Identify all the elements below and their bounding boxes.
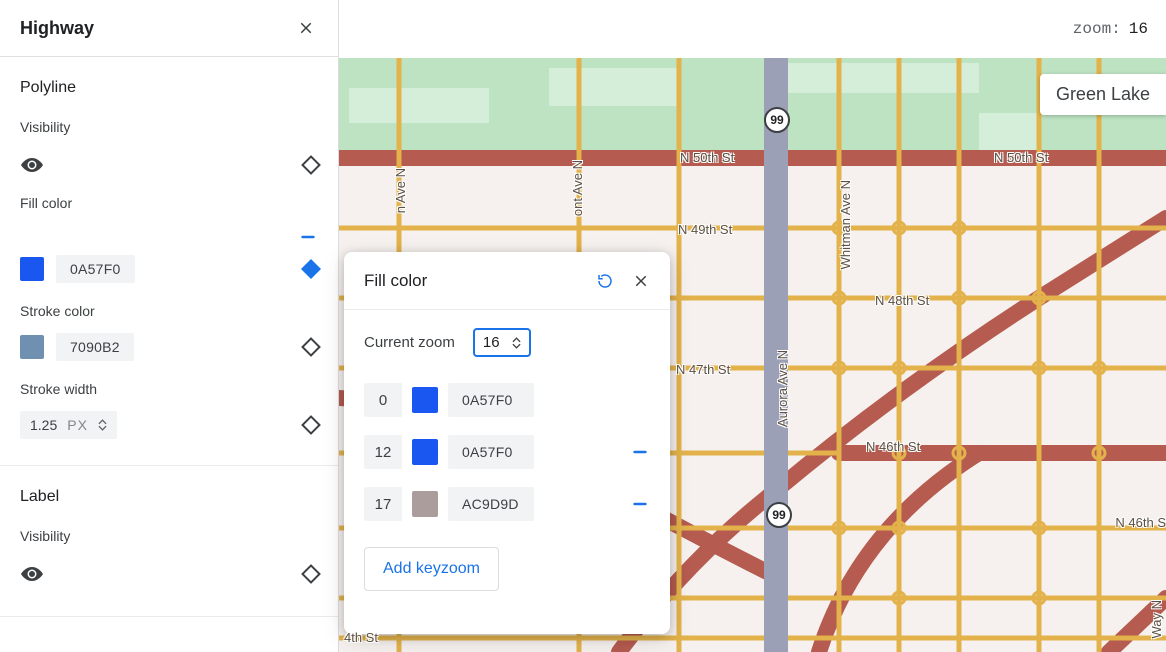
keyzoom-swatch[interactable] [412,491,438,517]
close-sidebar-button[interactable] [294,16,318,40]
label-visibility-keyzoom-marker[interactable] [301,564,321,584]
eye-icon [20,562,44,586]
keyzoom-level[interactable]: 12 [364,435,402,469]
label-heading: Label [20,466,318,520]
road-label: N 50th St [994,150,1048,165]
chevron-down-icon [98,425,107,431]
add-keyzoom-button[interactable]: Add keyzoom [364,547,499,591]
fill-color-value-row: 0A57F0 [20,249,318,289]
road-label: 4th St [344,630,378,645]
stroke-width-unit: PX [67,417,88,433]
visibility-keyzoom-marker[interactable] [301,155,321,175]
zoom-label: zoom: [1073,20,1121,38]
fill-color-popup: Fill color Current zoom 16 0 0A57F0 12 0A57… [344,252,670,634]
stroke-color-label: Stroke color [20,289,318,327]
road-label: N 49th St [678,222,732,237]
road-label: N 50th St [680,150,734,165]
keyzoom-hex[interactable]: 0A57F0 [448,383,534,417]
keyzoom-level[interactable]: 17 [364,487,402,521]
label-section: Label Visibility [0,466,338,617]
refresh-icon [596,272,614,290]
keyzoom-remove-button[interactable] [630,494,650,514]
stroke-width-input[interactable]: 1.25 PX [20,411,117,439]
route-shield: 99 [764,107,790,133]
zoom-value: 16 [1129,20,1148,38]
fill-color-keyzoom-marker[interactable] [298,227,318,247]
stroke-width-label: Stroke width [20,367,318,405]
area-label-green-lake: Green Lake [1040,74,1166,115]
eye-icon [20,153,44,177]
popup-header: Fill color [344,252,670,310]
label-visibility-row [20,552,318,596]
road-label: Whitman Ave N [838,180,853,269]
label-visibility-toggle[interactable] [20,562,44,586]
polyline-section: Polyline Visibility Fill color 0A57F0 St… [0,57,338,466]
stroke-color-hex[interactable]: 7090B2 [56,333,134,361]
popup-title: Fill color [364,271,427,291]
sidebar-title: Highway [20,18,94,39]
current-zoom-row: Current zoom 16 [364,328,650,357]
stroke-color-row: 7090B2 [20,327,318,367]
chevron-down-icon [512,343,521,349]
stroke-color-swatch[interactable] [20,335,44,359]
road-label: n Ave N [393,168,408,213]
road-label: Aurora Ave N [775,350,790,427]
stroke-width-stepper[interactable] [98,419,107,431]
label-visibility-label: Visibility [20,520,318,552]
keyzoom-row: 0 0A57F0 [364,379,650,421]
keyzoom-swatch[interactable] [412,439,438,465]
keyzoom-swatch[interactable] [412,387,438,413]
visibility-label: Visibility [20,111,318,143]
road-label: ont Ave N [570,160,585,216]
fill-color-hex[interactable]: 0A57F0 [56,255,135,283]
road-label: N 47th St [676,362,730,377]
current-zoom-input[interactable]: 16 [473,328,531,357]
polyline-heading: Polyline [20,57,318,111]
current-zoom-stepper[interactable] [512,337,521,349]
close-icon [297,19,315,37]
keyzoom-list: 0 0A57F0 12 0A57F0 17 AC9D9D [364,379,650,525]
sidebar-header: Highway [0,0,338,57]
keyzoom-hex[interactable]: AC9D9D [448,487,534,521]
popup-reset-button[interactable] [596,272,614,290]
road-label: N 48th St [875,293,929,308]
keyzoom-hex[interactable]: 0A57F0 [448,435,534,469]
visibility-row [20,143,318,187]
current-zoom-value: 16 [483,334,500,351]
fill-color-swatch[interactable] [20,257,44,281]
stroke-width-row: 1.25 PX [20,405,318,445]
stroke-width-keyzoom-marker[interactable] [301,415,321,435]
map-zoom-readout: zoom: 16 [339,0,1166,58]
road-label: N 46th S [1115,515,1166,530]
sidebar: Highway Polyline Visibility Fill color 0… [0,0,339,652]
stroke-width-number: 1.25 [30,417,57,433]
keyzoom-row: 12 0A57F0 [364,431,650,473]
popup-body: Current zoom 16 00A57F0120A57F017AC9D9D … [344,310,670,591]
keyzoom-row: 17 AC9D9D [364,483,650,525]
keyzoom-remove-button[interactable] [630,442,650,462]
popup-close-button[interactable] [632,272,650,290]
stroke-color-keyzoom-marker[interactable] [301,337,321,357]
road-label: N 46th St [866,439,920,454]
keyzoom-level[interactable]: 0 [364,383,402,417]
current-zoom-label: Current zoom [364,334,455,351]
route-shield: 99 [766,502,792,528]
road-label: Way N [1149,600,1164,639]
visibility-toggle[interactable] [20,153,44,177]
fill-color-keyzoom-active-marker[interactable] [301,259,321,279]
close-icon [632,272,650,290]
